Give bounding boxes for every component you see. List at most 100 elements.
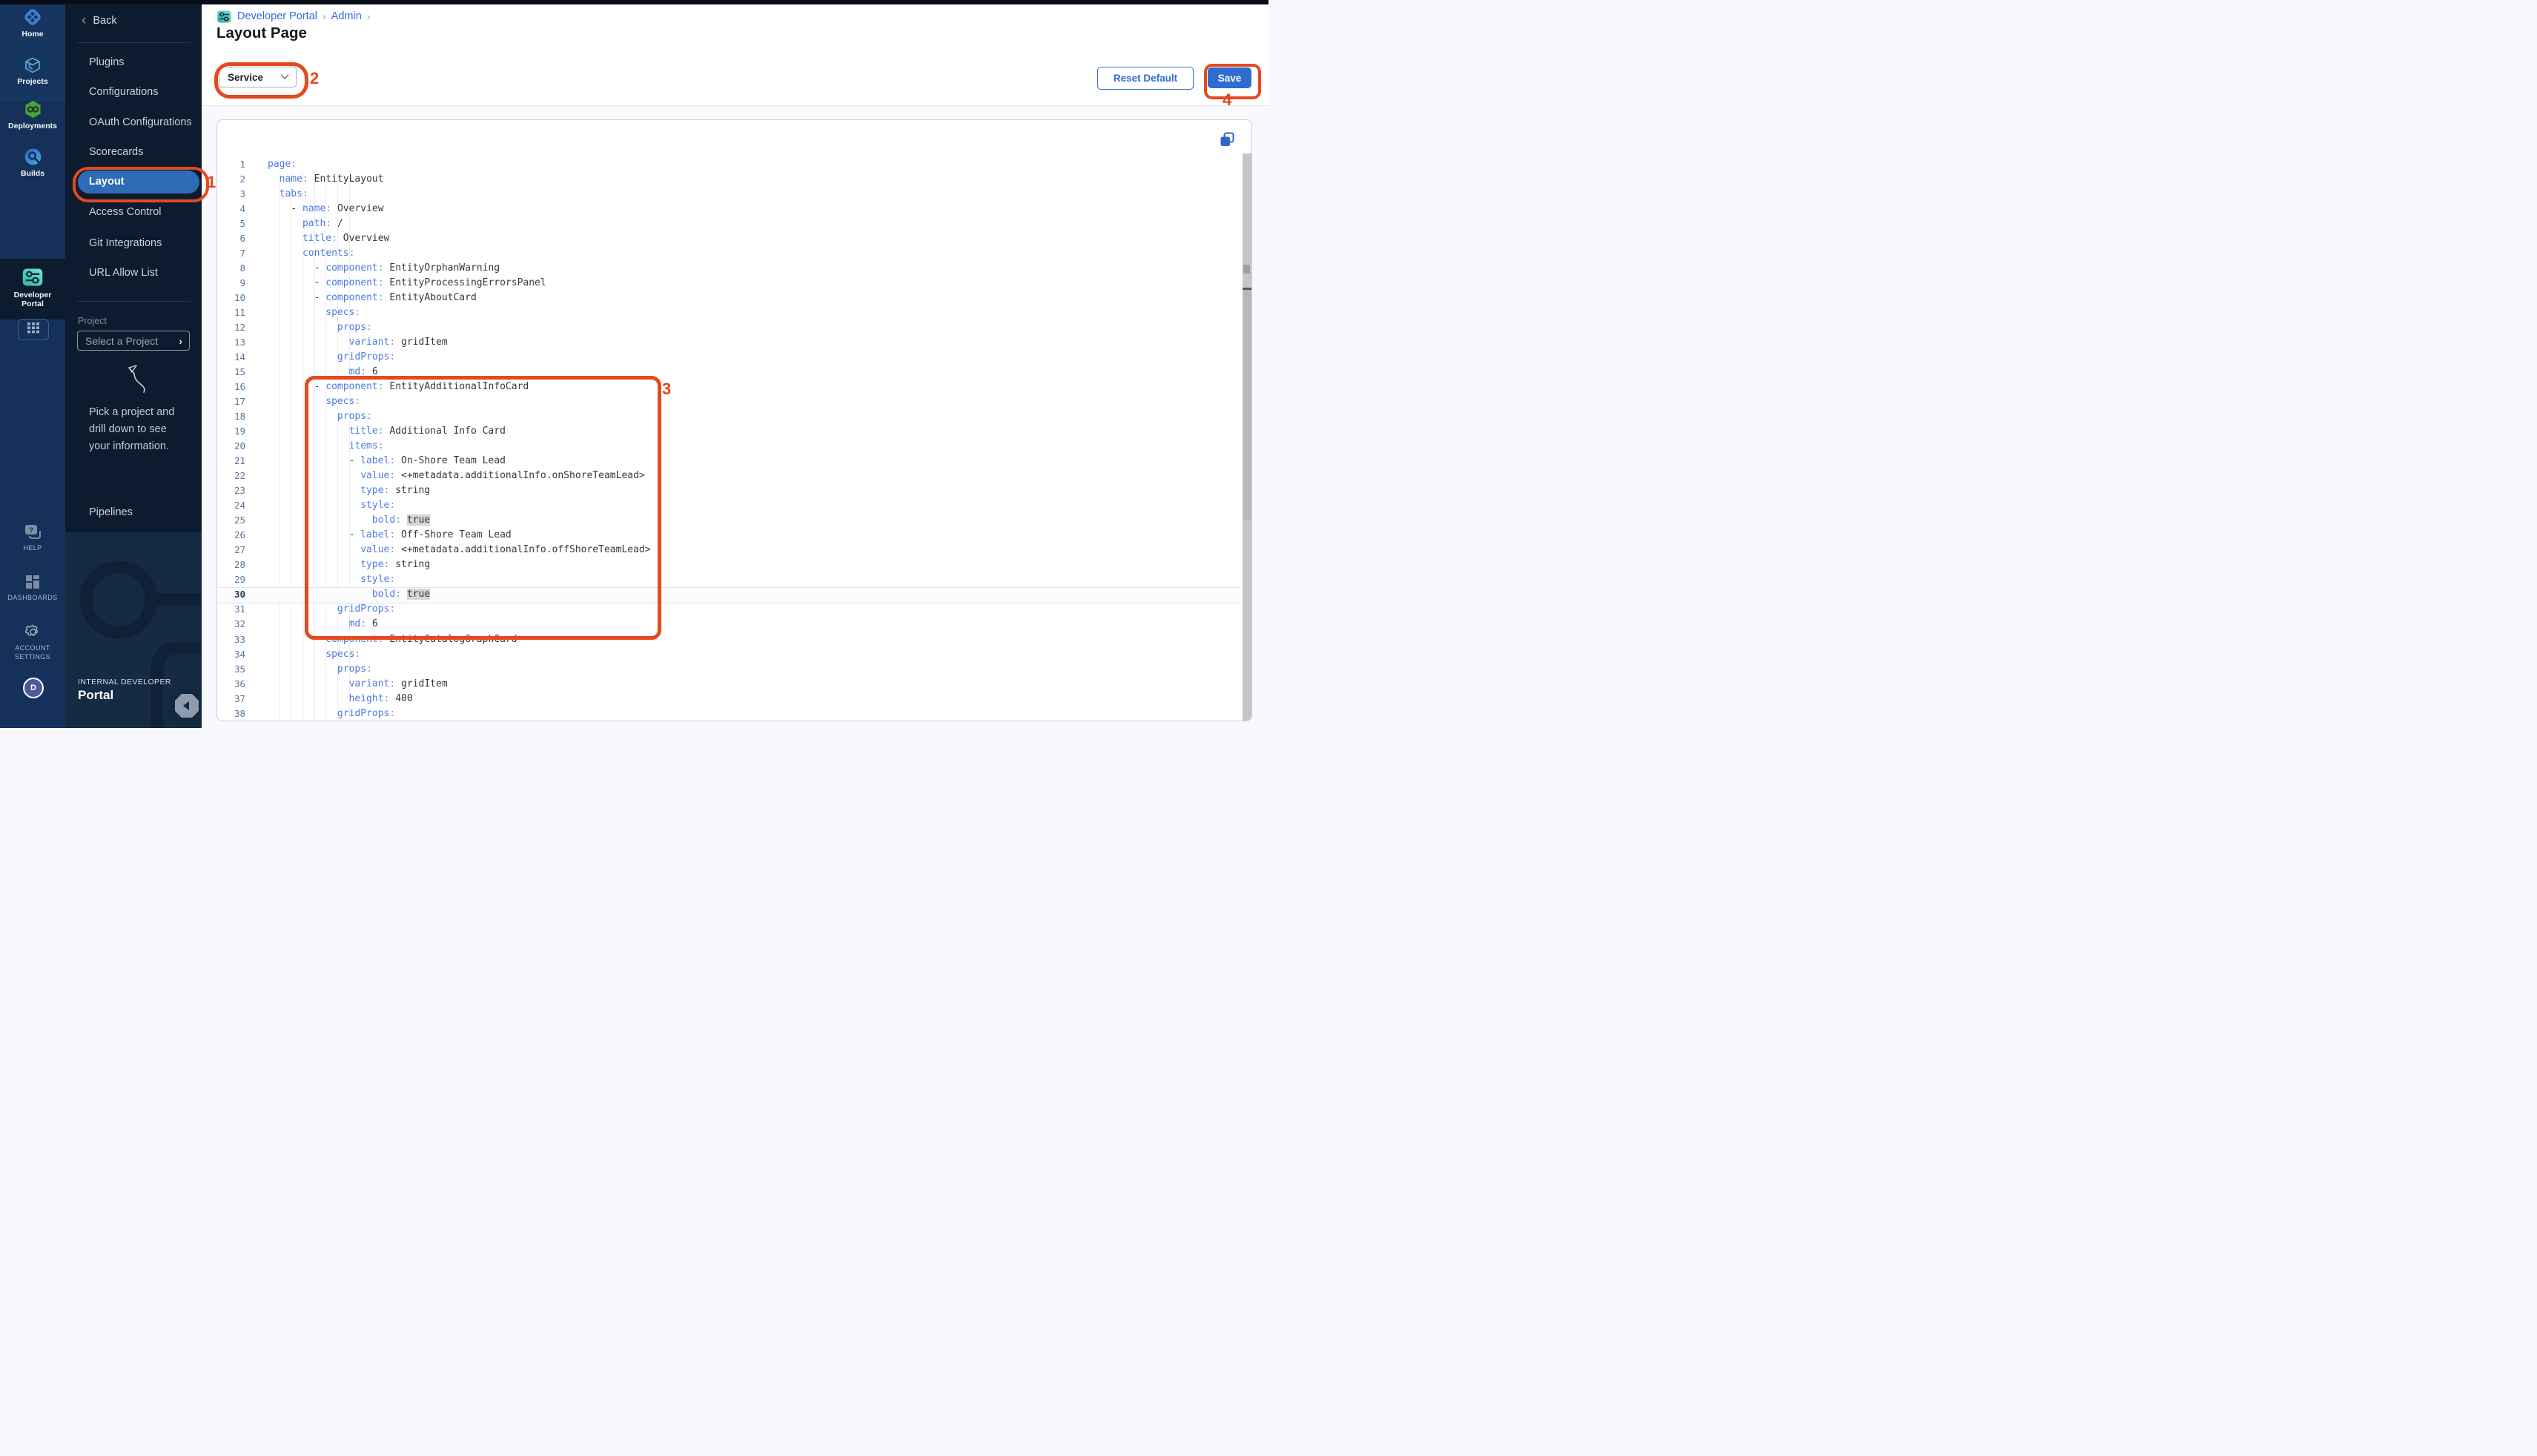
code-line-21[interactable]: 21 - label: On-Shore Team Lead bbox=[217, 454, 1251, 469]
nav-item-label: Home bbox=[0, 30, 65, 39]
sidebar-item-layout[interactable]: Layout bbox=[78, 171, 199, 193]
entity-type-select[interactable]: Service bbox=[219, 67, 297, 87]
code-line-19[interactable]: 19 title: Additional Info Card bbox=[217, 424, 1251, 439]
chevron-left-icon: ‹ bbox=[82, 15, 86, 27]
sidebar-item-url-allow-list[interactable]: URL Allow List bbox=[65, 262, 202, 284]
sidebar-item-scorecards[interactable]: Scorecards bbox=[65, 141, 202, 163]
code-text: - label: Off-Shore Team Lead bbox=[268, 529, 512, 540]
sidebar-item-git-integrations[interactable]: Git Integrations bbox=[65, 232, 202, 254]
reset-default-button[interactable]: Reset Default bbox=[1097, 67, 1194, 90]
code-line-25[interactable]: 25 bold: true bbox=[217, 513, 1251, 528]
code-line-10[interactable]: 10 - component: EntityAboutCard bbox=[217, 291, 1251, 305]
code-line-7[interactable]: 7 contents: bbox=[217, 246, 1251, 261]
sidebar-item-configurations[interactable]: Configurations bbox=[65, 81, 202, 103]
code-line-27[interactable]: 27 value: <+metadata.additionalInfo.offS… bbox=[217, 543, 1251, 557]
code-line-16[interactable]: 16 - component: EntityAdditionalInfoCard bbox=[217, 380, 1251, 394]
code-text: specs: bbox=[268, 396, 360, 407]
code-text: variant: gridItem bbox=[268, 337, 448, 348]
code-line-28[interactable]: 28 type: string bbox=[217, 557, 1251, 572]
breadcrumb-developer-portal[interactable]: Developer Portal bbox=[237, 10, 317, 22]
code-line-8[interactable]: 8 - component: EntityOrphanWarning bbox=[217, 261, 1251, 276]
code-text: props: bbox=[268, 322, 372, 333]
editor-scrollbar[interactable] bbox=[1243, 153, 1252, 721]
code-line-26[interactable]: 26 - label: Off-Shore Team Lead bbox=[217, 528, 1251, 543]
nav-item-dashboards[interactable]: DASHBOARDS bbox=[0, 574, 65, 602]
module-picker-button[interactable] bbox=[18, 319, 49, 340]
nav-item-account-settings[interactable]: ACCOUNT SETTINGS bbox=[0, 623, 65, 661]
code-line-20[interactable]: 20 items: bbox=[217, 439, 1251, 454]
line-number: 16 bbox=[217, 381, 245, 392]
line-number: 25 bbox=[217, 514, 245, 526]
nav-item-builds[interactable]: Builds bbox=[0, 147, 65, 178]
footer-title: Portal bbox=[78, 688, 113, 703]
select-project-button[interactable]: Select a Project › bbox=[77, 331, 190, 351]
project-hint-text: Pick a project and drill down to see you… bbox=[89, 404, 187, 455]
sidebar-item-plugins[interactable]: Plugins bbox=[65, 51, 202, 73]
code-line-11[interactable]: 11 specs: bbox=[217, 305, 1251, 320]
code-line-37[interactable]: 37 height: 400 bbox=[217, 691, 1251, 706]
copy-icon[interactable] bbox=[1219, 131, 1235, 148]
code-line-13[interactable]: 13 variant: gridItem bbox=[217, 335, 1251, 350]
code-line-12[interactable]: 12 props: bbox=[217, 320, 1251, 335]
code-line-18[interactable]: 18 props: bbox=[217, 409, 1251, 424]
nav-item-projects[interactable]: Projects bbox=[0, 56, 65, 86]
back-button[interactable]: ‹ Back bbox=[82, 14, 117, 27]
save-button[interactable]: Save bbox=[1208, 67, 1251, 88]
code-line-3[interactable]: 3 tabs: bbox=[217, 187, 1251, 202]
line-number: 17 bbox=[217, 396, 245, 407]
code-line-34[interactable]: 34 specs: bbox=[217, 646, 1251, 661]
code-text: page: bbox=[268, 159, 297, 170]
line-number: 38 bbox=[217, 708, 245, 719]
code-text: style: bbox=[268, 500, 395, 511]
nav-item-label: Projects bbox=[0, 77, 65, 86]
code-line-4[interactable]: 4 - name: Overview bbox=[217, 202, 1251, 216]
nav-item-deployments[interactable]: Deployments bbox=[0, 99, 65, 130]
code-line-1[interactable]: 1page: bbox=[217, 157, 1251, 172]
collapse-sidebar-button[interactable] bbox=[173, 692, 200, 719]
code-text: variant: gridItem bbox=[268, 678, 448, 689]
code-line-38[interactable]: 38 gridProps: bbox=[217, 706, 1251, 721]
code-text: bold: true bbox=[268, 514, 430, 526]
code-line-31[interactable]: 31 gridProps: bbox=[217, 602, 1251, 617]
code-text: title: Overview bbox=[268, 233, 389, 244]
nav-item-home[interactable]: Home bbox=[0, 7, 65, 39]
code-line-33[interactable]: 33 - component: EntityCatalogGraphCard bbox=[217, 632, 1251, 646]
code-line-35[interactable]: 35 props: bbox=[217, 661, 1251, 676]
code-line-23[interactable]: 23 type: string bbox=[217, 483, 1251, 498]
nav-item-label: Developer Portal bbox=[0, 291, 65, 308]
line-number: 19 bbox=[217, 426, 245, 437]
nav-item-devportal[interactable]: Developer Portal bbox=[0, 259, 65, 320]
user-avatar[interactable]: D bbox=[23, 678, 44, 698]
code-line-29[interactable]: 29 style: bbox=[217, 572, 1251, 587]
code-line-14[interactable]: 14 gridProps: bbox=[217, 350, 1251, 365]
code-line-6[interactable]: 6 title: Overview bbox=[217, 231, 1251, 246]
line-number: 7 bbox=[217, 248, 245, 259]
code-line-30[interactable]: 30 bold: true bbox=[217, 587, 1251, 602]
code-lines: 1page:2 name: EntityLayout3 tabs:4 - nam… bbox=[217, 157, 1251, 721]
sidebar-divider bbox=[77, 301, 191, 302]
breadcrumb-separator: › bbox=[367, 10, 371, 22]
sidebar-item-oauth-configurations[interactable]: OAuth Configurations bbox=[65, 111, 202, 133]
sidebar-item-pipelines[interactable]: Pipelines bbox=[65, 501, 202, 523]
scrollbar-thumb[interactable] bbox=[1243, 290, 1252, 520]
code-line-32[interactable]: 32 md: 6 bbox=[217, 617, 1251, 632]
code-line-15[interactable]: 15 md: 6 bbox=[217, 365, 1251, 380]
code-text: title: Additional Info Card bbox=[268, 426, 506, 437]
code-line-9[interactable]: 9 - component: EntityProcessingErrorsPan… bbox=[217, 276, 1251, 291]
code-line-22[interactable]: 22 value: <+metadata.additionalInfo.onSh… bbox=[217, 469, 1251, 483]
nav-item-help[interactable]: ?HELP bbox=[0, 523, 65, 552]
code-line-36[interactable]: 36 variant: gridItem bbox=[217, 676, 1251, 691]
code-text: - label: On-Shore Team Lead bbox=[268, 455, 506, 466]
grid-icon bbox=[27, 322, 40, 337]
code-line-17[interactable]: 17 specs: bbox=[217, 394, 1251, 409]
yaml-editor[interactable]: 1page:2 name: EntityLayout3 tabs:4 - nam… bbox=[216, 119, 1252, 721]
sidebar-item-access-control[interactable]: Access Control bbox=[65, 201, 202, 223]
line-number: 12 bbox=[217, 322, 245, 333]
code-line-5[interactable]: 5 path: / bbox=[217, 216, 1251, 231]
code-line-24[interactable]: 24 style: bbox=[217, 498, 1251, 513]
line-number: 9 bbox=[217, 277, 245, 288]
line-number: 15 bbox=[217, 366, 245, 377]
code-line-2[interactable]: 2 name: EntityLayout bbox=[217, 172, 1251, 187]
breadcrumb-admin[interactable]: Admin bbox=[331, 10, 362, 22]
code-text: - name: Overview bbox=[268, 203, 384, 214]
